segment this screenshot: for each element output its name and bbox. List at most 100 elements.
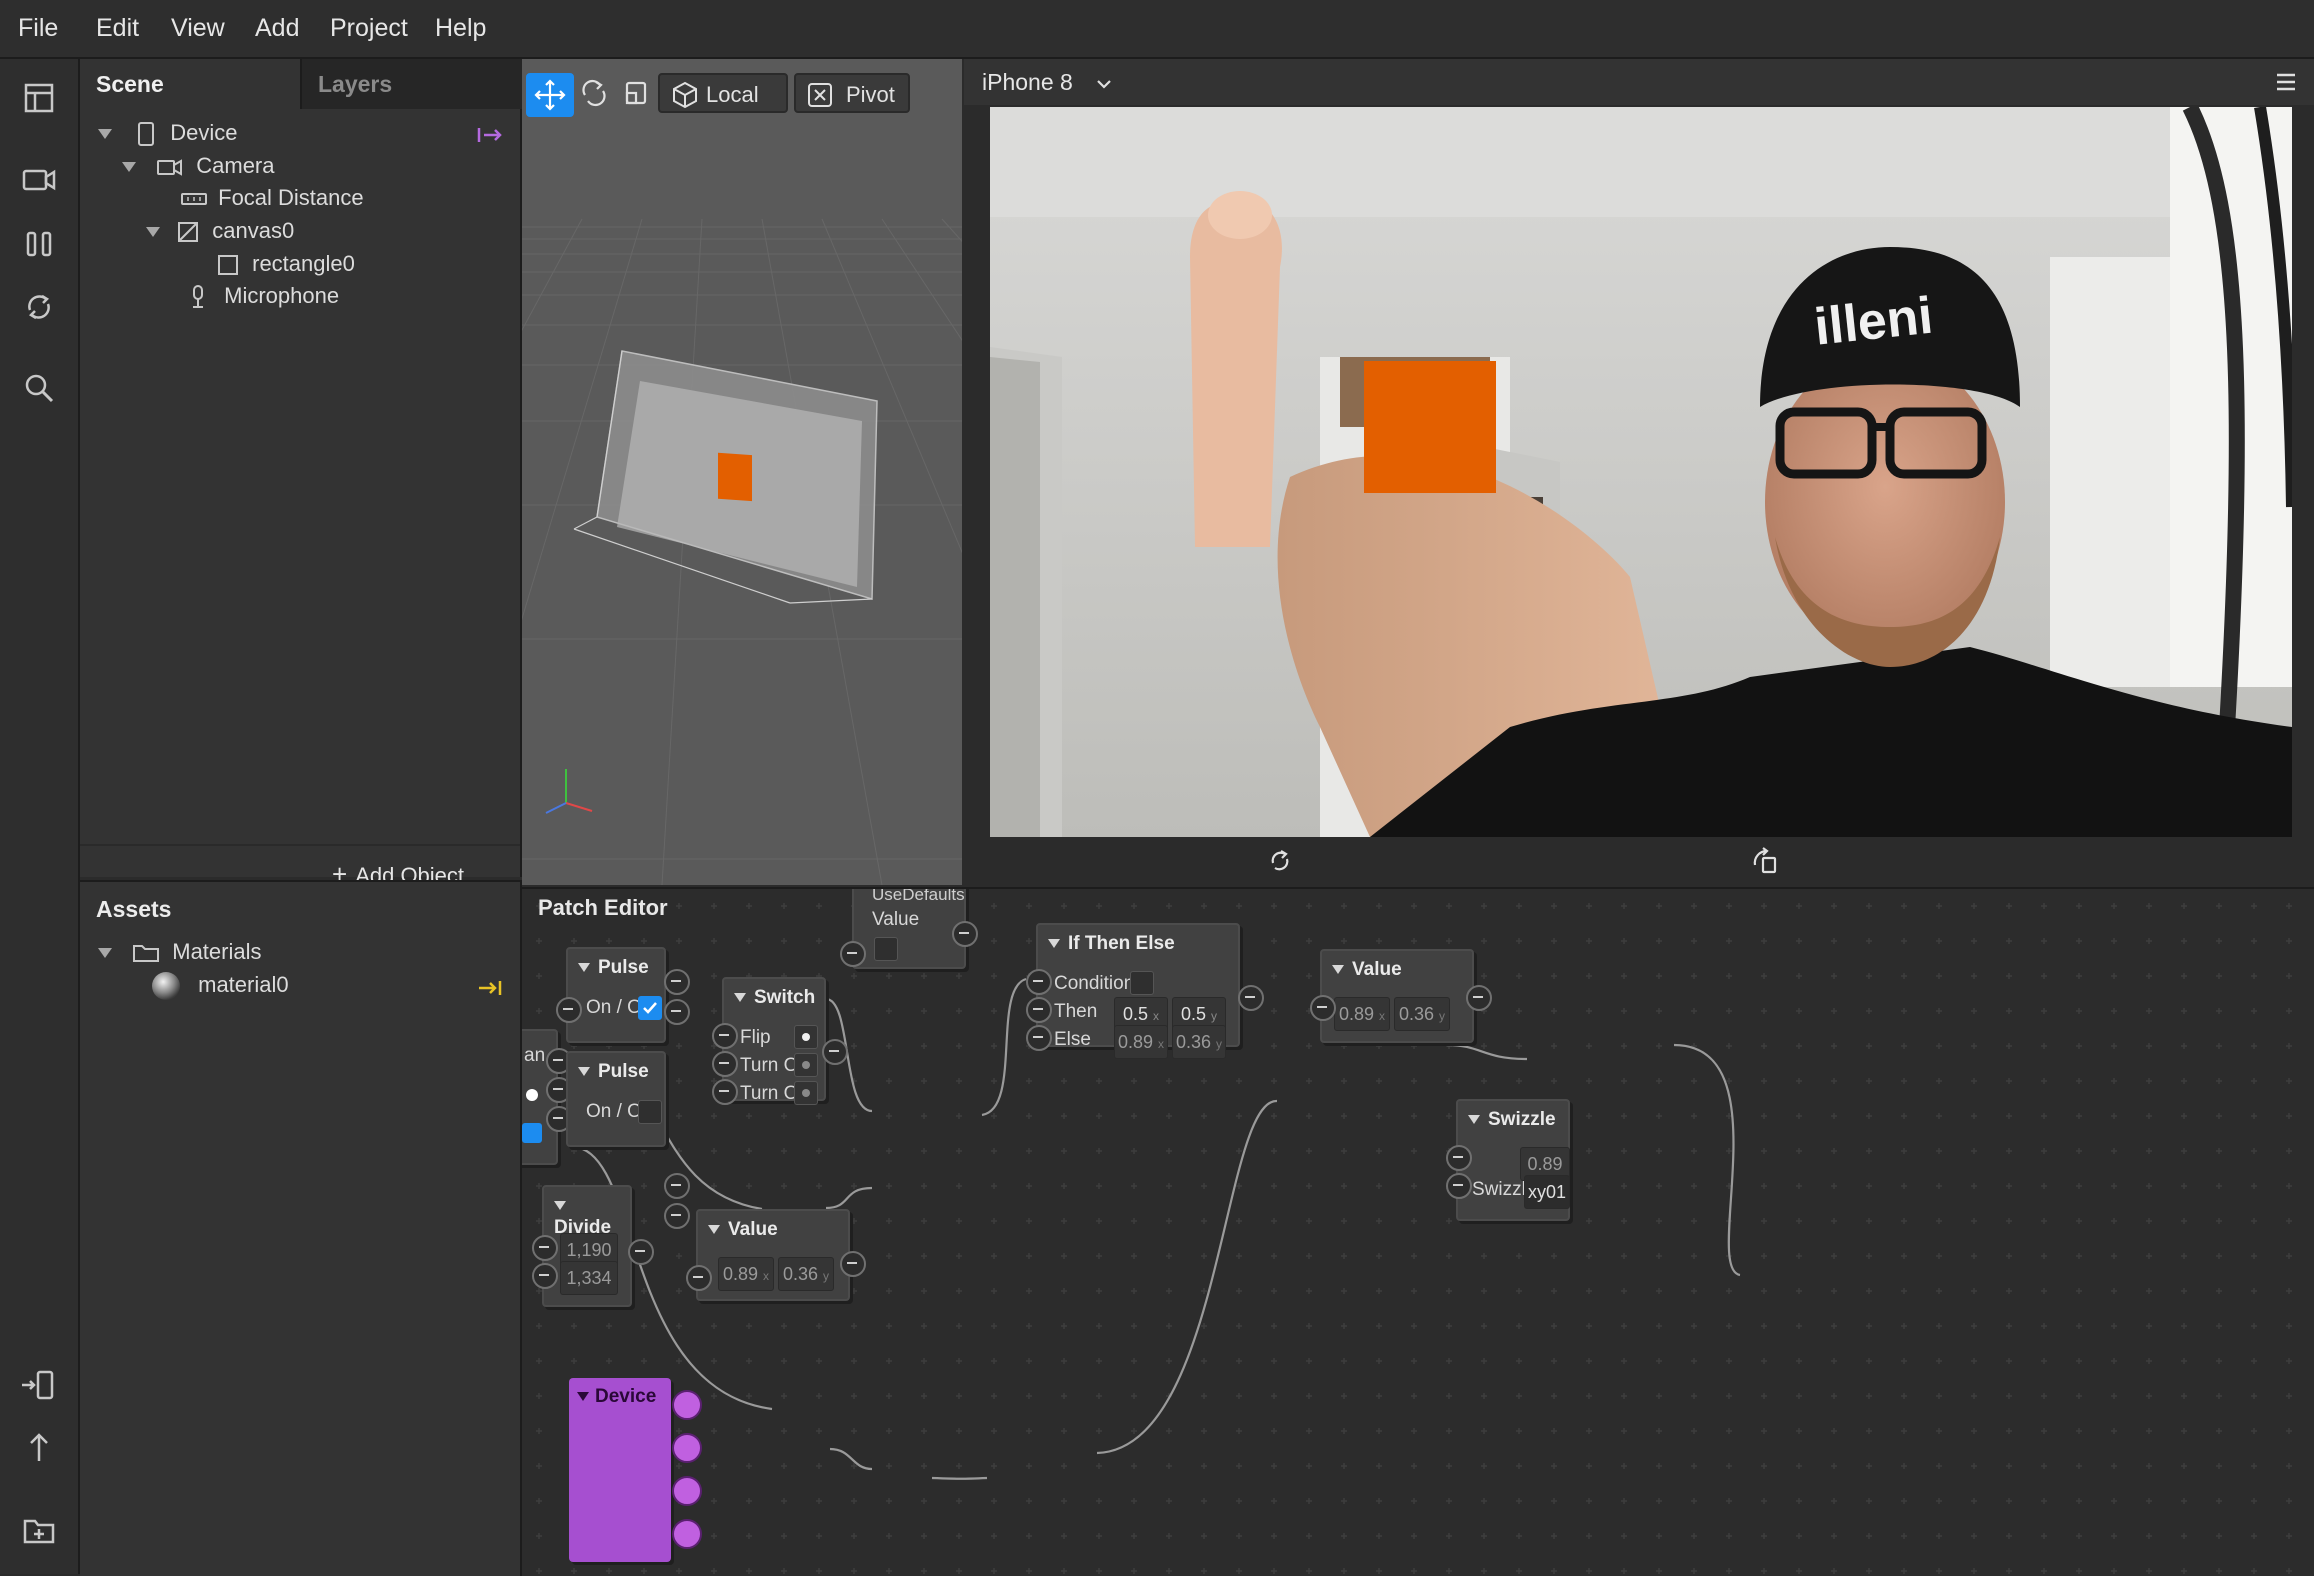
rectangle-icon [218, 255, 238, 276]
pivot-button[interactable]: Pivot [794, 73, 910, 113]
menu-project[interactable]: Project [330, 14, 408, 43]
condition-checkbox[interactable] [1130, 971, 1154, 995]
tree-item-microphone[interactable]: Microphone [188, 280, 339, 312]
output-port[interactable] [1238, 985, 1264, 1011]
video-camera-icon[interactable] [20, 161, 58, 199]
pause-icon[interactable] [20, 225, 58, 263]
value-right-y-field[interactable]: 0.36 y [1394, 997, 1450, 1031]
patch-editor[interactable]: Patch Editor an UseDefaults Value Pulse … [522, 887, 2314, 1576]
rotate-device-icon[interactable] [1750, 845, 1780, 875]
tree-item-canvas[interactable]: canvas0 [146, 215, 294, 247]
material-link-icon[interactable] [476, 978, 504, 998]
device-selector[interactable]: iPhone 8 [982, 69, 1113, 96]
output-port[interactable] [1466, 985, 1492, 1011]
input-port[interactable] [840, 941, 866, 967]
input-port[interactable] [686, 1265, 712, 1291]
expand-arrow-icon[interactable] [122, 162, 136, 173]
swizzle-node[interactable]: Swizzle 0.89 Swizzle xy01 [1456, 1099, 1570, 1221]
input-port[interactable] [1026, 997, 1052, 1023]
tree-item-material[interactable]: material0 [150, 969, 289, 1001]
device-node[interactable]: Device [569, 1378, 671, 1562]
output-port[interactable] [664, 969, 690, 995]
input-port[interactable] [532, 1263, 558, 1289]
camera-preview[interactable]: illeni [990, 107, 2292, 837]
input-port[interactable] [1026, 969, 1052, 995]
value-right-x-field[interactable]: 0.89 x [1334, 997, 1390, 1031]
hamburger-menu-icon[interactable] [2274, 71, 2298, 93]
output-port[interactable] [664, 1173, 690, 1199]
checkbox-checked[interactable] [522, 1123, 542, 1143]
input-port[interactable] [712, 1051, 738, 1077]
divide-b-field[interactable]: 1,334 [560, 1261, 618, 1295]
scale-tool-button[interactable] [616, 73, 656, 113]
input-port[interactable] [712, 1079, 738, 1105]
expand-arrow-icon[interactable] [146, 227, 160, 238]
output-port[interactable] [840, 1251, 866, 1277]
device-output-port[interactable] [672, 1433, 702, 1463]
switch-flip-toggle[interactable] [794, 1025, 818, 1049]
else-y-field[interactable]: 0.36 y [1172, 1025, 1226, 1059]
add-folder-icon[interactable] [20, 1511, 58, 1549]
rotate-tool-button[interactable] [574, 73, 614, 113]
output-port[interactable] [952, 921, 978, 947]
menu-file[interactable]: File [18, 14, 58, 43]
output-port[interactable] [664, 999, 690, 1025]
layout-icon[interactable] [20, 79, 58, 117]
device-output-port[interactable] [672, 1390, 702, 1420]
input-port[interactable] [1026, 1025, 1052, 1051]
output-port[interactable] [664, 1203, 690, 1229]
pulse-1-checkbox[interactable] [638, 996, 662, 1020]
tree-item-camera[interactable]: Camera [122, 150, 275, 182]
input-port[interactable] [1446, 1145, 1472, 1171]
use-defaults-node[interactable]: UseDefaults Value [852, 889, 966, 969]
pulse-node-2[interactable]: Pulse On / Off [566, 1051, 666, 1147]
input-port[interactable] [1446, 1173, 1472, 1199]
input-port[interactable] [1310, 995, 1336, 1021]
tree-item-focal-distance[interactable]: Focal Distance [180, 182, 364, 214]
expand-arrow-icon[interactable] [98, 948, 112, 959]
pulse-2-checkbox[interactable] [638, 1100, 662, 1124]
tab-layers[interactable]: Layers [300, 59, 538, 109]
search-icon[interactable] [20, 369, 58, 407]
switch-turn-on-toggle[interactable] [794, 1053, 818, 1077]
input-port[interactable] [712, 1023, 738, 1049]
menu-view[interactable]: View [171, 14, 225, 43]
scene-viewport[interactable]: Local Pivot [522, 59, 962, 885]
send-to-device-icon[interactable] [20, 1366, 58, 1404]
orange-rectangle-overlay [1364, 361, 1496, 493]
input-port[interactable] [556, 997, 582, 1023]
upload-icon[interactable] [20, 1429, 58, 1467]
tree-item-materials[interactable]: Materials [98, 936, 262, 968]
tree-item-device[interactable]: Device [98, 117, 238, 149]
move-tool-button[interactable] [526, 73, 574, 117]
value-bottom-x-field[interactable]: 0.89 x [718, 1257, 774, 1291]
tab-scene[interactable]: Scene [80, 59, 314, 109]
menu-help[interactable]: Help [435, 14, 486, 43]
refresh-icon[interactable] [20, 288, 58, 326]
pulse-node-1[interactable]: Pulse On / Off [566, 947, 666, 1043]
use-defaults-checkbox[interactable] [874, 937, 898, 961]
tree-item-rectangle[interactable]: rectangle0 [216, 248, 355, 280]
expand-arrow-icon[interactable] [98, 129, 112, 140]
scale-icon [625, 81, 647, 105]
cube-icon [673, 81, 697, 109]
device-link-icon[interactable] [476, 125, 504, 145]
if-then-else-node[interactable]: If Then Else Condition Then 0.5 x 0.5 y … [1036, 923, 1240, 1059]
input-port[interactable] [532, 1235, 558, 1261]
swizzle-field[interactable]: xy01 [1524, 1175, 1570, 1209]
value-bottom-y-field[interactable]: 0.36 y [778, 1257, 834, 1291]
menu-edit[interactable]: Edit [96, 14, 139, 43]
value-node-bottom[interactable]: Value 0.89 x 0.36 y [696, 1209, 850, 1301]
device-output-port[interactable] [672, 1519, 702, 1549]
value-node-right[interactable]: Value 0.89 x 0.36 y [1320, 949, 1474, 1043]
switch-turn-off-toggle[interactable] [794, 1081, 818, 1105]
restart-icon[interactable] [1266, 847, 1294, 875]
output-port[interactable] [822, 1039, 848, 1065]
else-x-field[interactable]: 0.89 x [1114, 1025, 1168, 1059]
menu-add[interactable]: Add [255, 14, 299, 43]
then-x-value: 0.5 [1122, 1004, 1148, 1024]
local-button[interactable]: Local [658, 73, 788, 113]
output-port[interactable] [628, 1239, 654, 1265]
device-output-port[interactable] [672, 1476, 702, 1506]
value-right-y: 0.36 [1398, 1004, 1435, 1024]
